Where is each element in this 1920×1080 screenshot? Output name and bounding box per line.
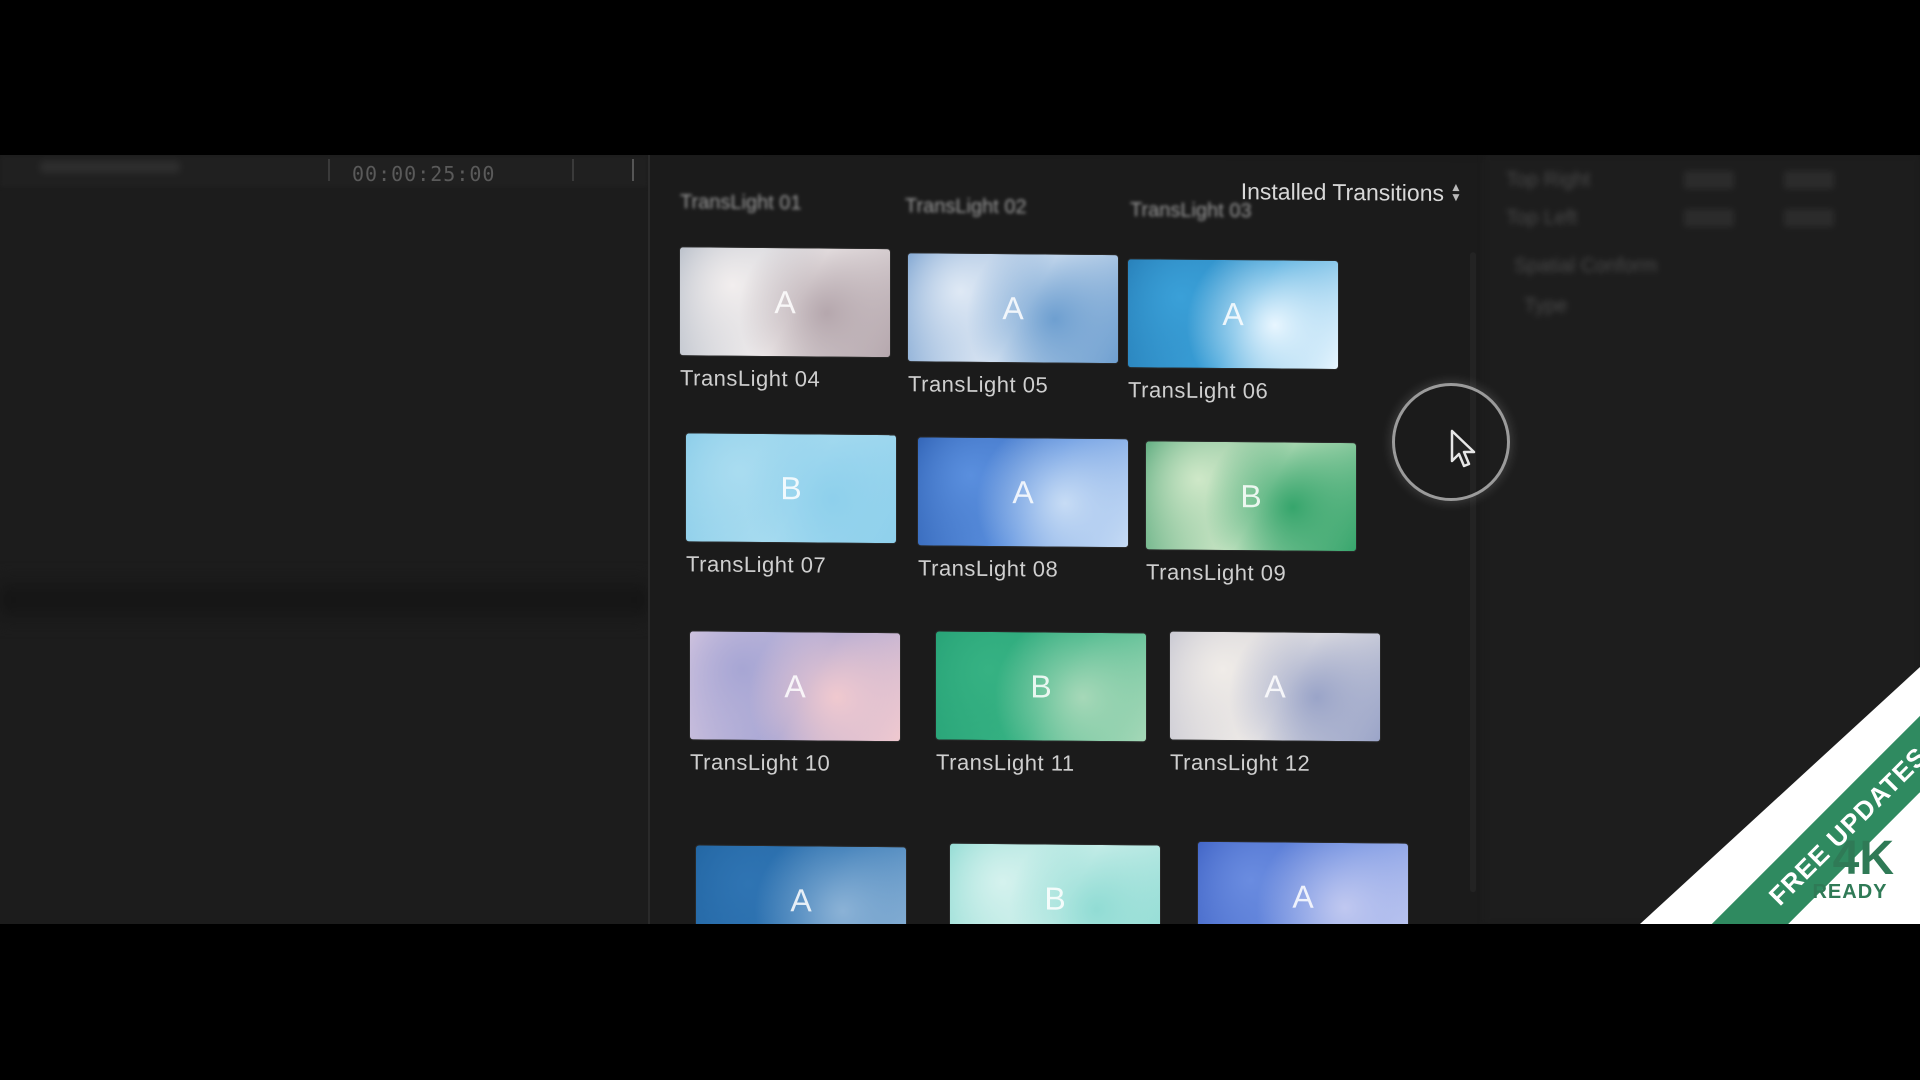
thumbnail-letter: A [1222,295,1244,332]
thumbnail-letter: A [1012,473,1034,510]
inspector-label-blurred: Type [1524,295,1568,317]
thumbnail-letter: B [780,469,802,506]
thumbnail-letter: A [1292,878,1314,915]
transitions-browser: Installed Transitions ▲ ▼ TransLight 01 T… [648,155,1486,924]
transitions-grid: A TransLight 04 A TransLight 05 A TransLight … [650,155,1486,924]
transition-thumbnail[interactable]: A [908,253,1118,364]
thumbnail-letter: A [1264,667,1286,705]
viewer-title-blurred [40,161,180,173]
transition-thumbnail[interactable]: B [686,433,896,544]
inspector-field [1784,171,1834,189]
transition-item[interactable]: B TransLight 11 [936,631,1146,778]
transition-label: TransLight 05 [908,371,1049,398]
viewer-toolbar [0,155,648,186]
editor-stage: 00:00:25:00 Installed Transitions ▲ ▼ Tra… [0,155,1920,924]
badge-ready-text: READY [1812,881,1888,903]
thumbnail-letter: A [1002,289,1024,326]
transition-item[interactable]: A TransLight 12 [1170,631,1380,778]
transition-thumbnail[interactable]: B [950,843,1160,924]
transition-label: TransLight 11 [936,749,1075,776]
inspector-field [1684,209,1734,227]
transition-item[interactable]: A [1198,841,1408,924]
transition-label: TransLight 07 [686,551,827,578]
browser-scrollbar[interactable] [1470,252,1476,893]
transition-item[interactable]: A TransLight 05 [908,253,1118,399]
transition-item[interactable]: B TransLight 09 [1146,441,1356,587]
transition-label: TransLight 04 [680,365,821,392]
toolbar-divider [328,159,330,181]
timecode-display: 00:00:25:00 [352,162,496,186]
transition-label: TransLight 09 [1146,559,1287,586]
transition-thumbnail[interactable]: A [918,437,1128,548]
transition-item[interactable]: B TransLight 07 [686,433,896,579]
transition-label: TransLight 12 [1170,749,1311,776]
transition-label: TransLight 10 [690,749,831,776]
thumbnail-letter: B [1030,667,1052,705]
transition-item[interactable]: A TransLight 10 [690,631,900,777]
viewer-band [0,575,648,625]
inspector-label-blurred: Top Right [1506,169,1591,191]
transition-item[interactable]: A [696,845,906,924]
free-updates-badge: FREE UPDATES 4K READY [1640,667,1920,924]
letterbox-bottom [0,924,1920,1080]
thumbnail-letter: A [790,881,812,918]
transition-thumbnail[interactable]: A [680,247,890,358]
transition-thumbnail[interactable]: B [1146,441,1356,552]
transition-thumbnail[interactable]: A [1128,259,1338,370]
thumbnail-letter: A [774,283,796,320]
transition-thumbnail[interactable]: A [690,631,900,742]
thumbnail-letter: B [1240,477,1262,514]
transition-item[interactable]: B [950,843,1160,924]
playhead-marker[interactable] [632,159,634,181]
inspector-label-blurred: Spatial Conform [1514,255,1658,277]
transition-item[interactable]: A TransLight 08 [918,437,1128,583]
transition-item[interactable]: A TransLight 04 [680,247,890,393]
transition-label: TransLight 08 [918,555,1059,582]
inspector-field [1784,209,1834,227]
toolbar-divider [572,159,574,181]
transition-thumbnail[interactable]: B [936,631,1146,742]
transition-item[interactable]: A TransLight 06 [1128,259,1338,405]
badge-4k-text: 4K [1832,832,1894,885]
inspector-label-blurred: Top Left [1506,207,1578,229]
cursor-arrow-icon [1450,429,1476,468]
transition-thumbnail[interactable]: A [1198,841,1408,924]
thumbnail-letter: A [784,667,806,704]
letterbox-top [0,0,1920,155]
transition-thumbnail[interactable]: A [696,845,906,924]
inspector-field [1684,171,1734,189]
transition-thumbnail[interactable]: A [1170,631,1380,742]
transition-label: TransLight 06 [1128,377,1269,404]
viewer-panel: 00:00:25:00 [0,155,648,924]
thumbnail-letter: B [1044,879,1066,917]
